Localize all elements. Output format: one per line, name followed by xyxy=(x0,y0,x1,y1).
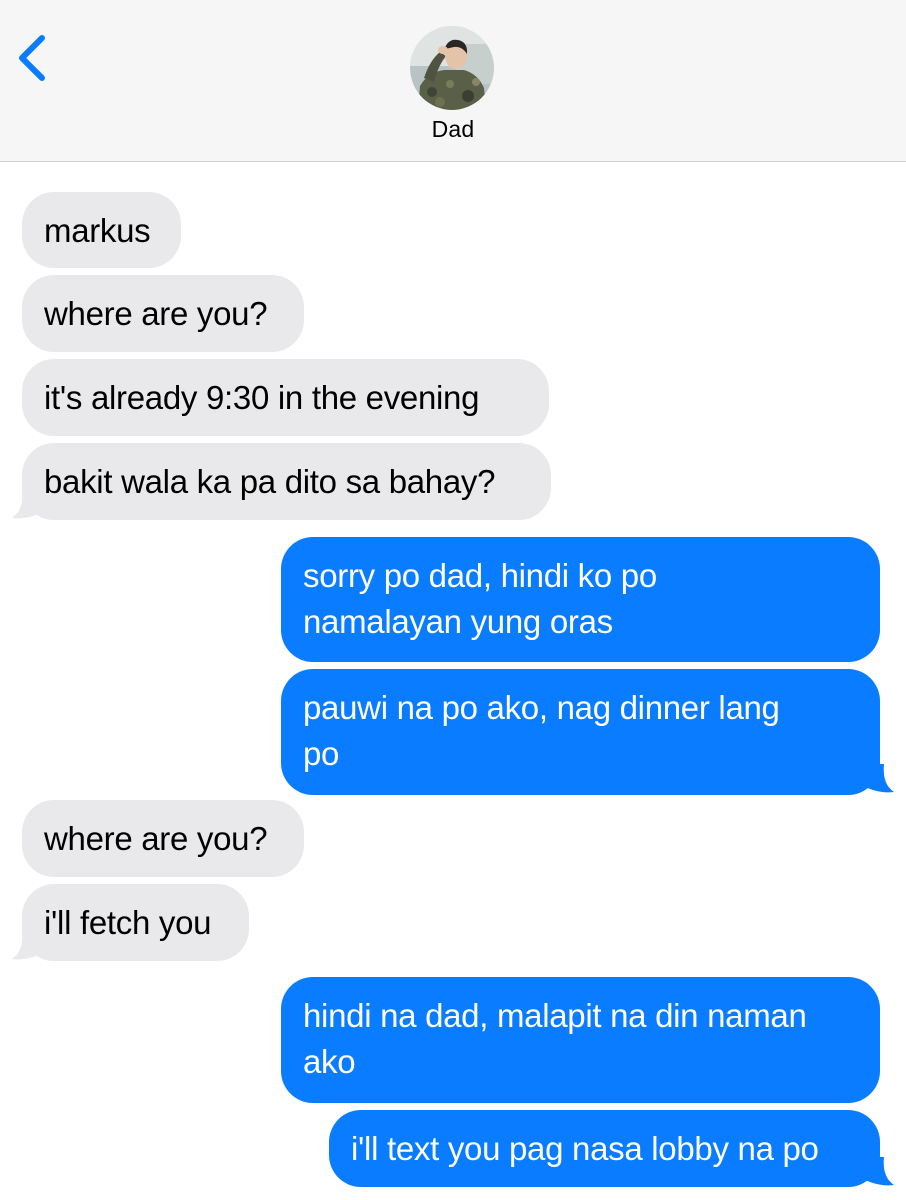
message-thread: markus where are you? it's already 9:30 … xyxy=(0,162,906,1200)
message-text: it's already 9:30 in the evening xyxy=(44,379,480,416)
outgoing-bubble-tail xyxy=(860,1157,894,1186)
back-button[interactable] xyxy=(12,30,56,86)
message-text-line: sorry po dad, hindi ko po xyxy=(303,557,657,594)
message-bubble-incoming[interactable]: i'll fetch you xyxy=(22,884,249,961)
message-bubble-incoming[interactable]: where are you? xyxy=(22,275,304,352)
message-bubble-outgoing[interactable]: hindi na dad, malapit na din naman ako xyxy=(281,977,880,1103)
messages-screen: Dad markus where are you? it's already 9… xyxy=(0,0,906,1200)
message-bubble-incoming[interactable]: where are you? xyxy=(22,800,304,877)
outgoing-bubble-tail xyxy=(860,764,894,793)
message-bubble-incoming[interactable]: bakit wala ka pa dito sa bahay? xyxy=(22,443,551,520)
message-bubble-outgoing[interactable]: sorry po dad, hindi ko po namalayan yung… xyxy=(281,537,880,662)
message-bubble-outgoing[interactable]: i'll text you pag nasa lobby na po xyxy=(329,1110,880,1187)
incoming-bubble-tail xyxy=(12,490,46,519)
message-text: where are you? xyxy=(44,295,268,332)
message-text: where are you? xyxy=(44,820,268,857)
message-text-line: namalayan yung oras xyxy=(303,603,613,640)
message-text-line: po xyxy=(303,735,340,772)
message-text-line: ako xyxy=(303,1043,356,1080)
message-text: i'll text you pag nasa lobby na po xyxy=(351,1130,819,1167)
message-text: bakit wala ka pa dito sa bahay? xyxy=(44,463,496,500)
contact-avatar[interactable] xyxy=(410,26,494,110)
message-bubble-incoming[interactable]: it's already 9:30 in the evening xyxy=(22,359,549,436)
incoming-bubble-tail xyxy=(12,931,46,960)
message-bubble-outgoing[interactable]: pauwi na po ako, nag dinner lang po xyxy=(281,669,880,795)
chevron-left-icon xyxy=(19,35,45,81)
message-text: i'll fetch you xyxy=(44,904,212,941)
message-bubble-incoming[interactable]: markus xyxy=(22,192,181,268)
avatar-photo-icon xyxy=(410,26,494,110)
conversation-header: Dad xyxy=(0,0,906,162)
message-text: markus xyxy=(44,212,151,249)
message-text-line: hindi na dad, malapit na din naman xyxy=(303,997,807,1034)
message-text-line: pauwi na po ako, nag dinner lang xyxy=(303,689,780,726)
contact-name[interactable]: Dad xyxy=(0,116,906,143)
